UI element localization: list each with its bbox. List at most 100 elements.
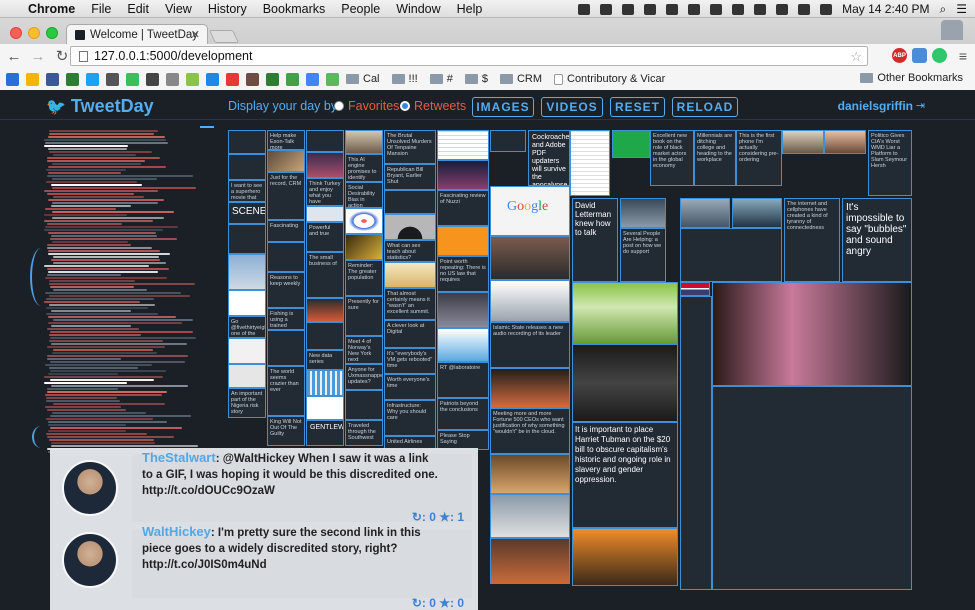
bookmark-folder-dollar[interactable]: $ — [464, 73, 488, 85]
tweet-handle[interactable]: TheStalwart — [142, 450, 216, 465]
username-link[interactable]: danielsgriffin — [838, 99, 913, 113]
tweet-cell[interactable] — [306, 130, 344, 152]
tweet-cell[interactable] — [267, 330, 305, 366]
forward-button[interactable]: → — [28, 48, 48, 65]
new-tab-button[interactable] — [208, 30, 240, 43]
tweet-cell[interactable] — [345, 390, 383, 420]
tweet-cell[interactable]: This is the first phone I'm actually con… — [736, 130, 782, 186]
tweet-cell[interactable]: The internet and cellphones have created… — [784, 198, 840, 282]
tweet-cell[interactable]: Worth everyone's time — [384, 374, 436, 400]
tweet-cell[interactable] — [306, 322, 344, 350]
tweet-photo[interactable] — [437, 328, 489, 362]
home-icon[interactable] — [600, 3, 613, 15]
tweet-photo[interactable] — [680, 282, 710, 296]
tweet-photo[interactable] — [620, 198, 666, 228]
battery-icon[interactable] — [820, 3, 833, 15]
timemachine-icon[interactable] — [710, 3, 723, 15]
tweet-photo[interactable] — [306, 152, 344, 178]
drive-bookmark-icon[interactable] — [26, 72, 39, 86]
bookmark-contributory[interactable]: Contributory & Vicar — [554, 73, 665, 85]
tweet-cell[interactable] — [228, 338, 266, 364]
menu-view[interactable]: View — [165, 2, 192, 16]
tweet-cell[interactable]: Please Stop Saying — [437, 430, 489, 450]
tweet-cell[interactable]: Meeting more and more Fortune 500 CEOs w… — [490, 408, 570, 454]
calendar-bookmark-icon[interactable] — [6, 72, 19, 86]
tweet-photo[interactable] — [437, 226, 489, 256]
tweet-photo[interactable] — [680, 198, 730, 228]
tweet-cell[interactable]: Fascinating review of Nuzzi — [437, 190, 489, 226]
tweet-photo[interactable] — [345, 130, 383, 154]
tweet-cell[interactable]: It's "everybody's VM gets rebooted" time — [384, 348, 436, 374]
tweet-cell[interactable]: Presently for sure — [345, 296, 383, 336]
sheets-bookmark-icon[interactable] — [66, 72, 79, 86]
tweet-stats[interactable]: ↻: 0 ★: 1 — [412, 510, 464, 524]
tweet-cell[interactable]: Traveled through the Southwest — [345, 420, 383, 446]
app-logo[interactable]: 🐦 TweetDay — [46, 96, 154, 117]
tweet-cell[interactable] — [384, 190, 436, 214]
menu-file[interactable]: File — [91, 2, 111, 16]
tweet-cell[interactable]: Social Desirability Bias in action — [345, 182, 383, 208]
tweet-photo[interactable] — [712, 282, 912, 386]
bookmark-icon[interactable] — [732, 3, 745, 15]
gear-bookmark-icon[interactable] — [186, 72, 199, 86]
tweet-cell[interactable]: SCENE — [228, 202, 266, 224]
menu-app[interactable]: Chrome — [28, 2, 75, 16]
tweet-cell[interactable]: Several People Are Helping: a post on ho… — [620, 228, 666, 282]
tweet-item[interactable]: WaltHickey: I'm pretty sure the second l… — [50, 524, 478, 610]
notification-center-icon[interactable]: ☰ — [956, 2, 967, 16]
tweet-photo[interactable] — [782, 130, 824, 154]
tweet-cell[interactable] — [680, 228, 782, 282]
retweets-radio[interactable]: Retweets — [400, 99, 466, 113]
tweet-cell[interactable] — [228, 224, 266, 254]
cloud-bookmark-icon[interactable] — [306, 72, 319, 86]
bookmark-star-icon[interactable]: ☆ — [850, 49, 862, 65]
feedly-bookmark-icon[interactable] — [126, 72, 139, 86]
tweet-photo[interactable] — [572, 344, 678, 422]
back-button[interactable]: ← — [4, 48, 24, 65]
tweet-cell[interactable]: Republican Bill Bryant, Earlier Shut — [384, 164, 436, 190]
tweet-cell[interactable]: It is important to place Harriet Tubman … — [572, 422, 678, 528]
tweet-cell[interactable]: Help make Eson-Talk more interesting — [267, 130, 305, 150]
tweet-photo[interactable] — [572, 528, 678, 586]
dropbox-icon[interactable] — [622, 3, 635, 15]
google-screenshot[interactable]: Google — [490, 186, 570, 236]
menu-people[interactable]: People — [341, 2, 380, 16]
bookmark-folder-excl[interactable]: !!! — [391, 73, 418, 85]
tweet-cell[interactable]: Reminder: The greater population — [345, 260, 383, 296]
tweet-cell[interactable]: Meet 4 of Norway's New York next — [345, 336, 383, 364]
tweet-photo[interactable] — [490, 280, 570, 322]
tweet-cell[interactable]: The Brutal Unsolved Murders Of Tenpaine … — [384, 130, 436, 164]
tweet-item[interactable]: TheStalwart: @WaltHickey When I saw it w… — [50, 448, 478, 530]
reset-button[interactable]: RESET — [610, 97, 665, 117]
tab-close-icon[interactable]: ✕ — [191, 28, 200, 41]
tweet-photo[interactable] — [228, 254, 266, 290]
tweet-cell[interactable] — [306, 396, 344, 420]
menu-help[interactable]: Help — [457, 2, 483, 16]
chrome-menu-icon[interactable]: ≡ — [959, 48, 967, 64]
tweet-photo[interactable] — [490, 236, 570, 280]
tweet-cell[interactable]: Excellent new book on the role of black … — [650, 130, 694, 186]
adblock-icon[interactable]: ABP — [892, 48, 907, 63]
bell-icon[interactable] — [754, 3, 767, 15]
minimize-window-button[interactable] — [28, 27, 40, 39]
app2-bookmark-icon[interactable] — [246, 72, 259, 86]
tweet-cell[interactable]: Think Turkey and enjoy what you have — [306, 178, 344, 206]
tweet-stats[interactable]: ↻: 0 ★: 0 — [412, 596, 464, 610]
tweet-cell[interactable] — [490, 130, 526, 152]
menu-window[interactable]: Window — [396, 2, 440, 16]
tweet-cell[interactable] — [228, 154, 266, 180]
tweet-photo[interactable] — [490, 368, 570, 408]
tweet-cell[interactable]: An important part of the Nigeria risk st… — [228, 388, 266, 418]
tweet-photo[interactable] — [306, 370, 344, 396]
tweet-cell[interactable] — [680, 296, 712, 590]
images-button[interactable]: IMAGES — [472, 97, 534, 117]
spotlight-icon[interactable]: ⌕ — [940, 2, 947, 17]
tweet-photo[interactable] — [612, 130, 650, 158]
tweet-photo[interactable] — [267, 150, 305, 172]
tweet-cell[interactable]: King Will Not Out Of The Guilty — [267, 416, 305, 446]
tweet-photo[interactable] — [570, 130, 610, 196]
timeline-scroll-indicator[interactable] — [200, 126, 214, 128]
tweet-photo[interactable] — [437, 130, 489, 160]
tweet-photo[interactable] — [437, 160, 489, 190]
menubar-clock[interactable]: May 14 2:40 PM — [842, 2, 929, 16]
